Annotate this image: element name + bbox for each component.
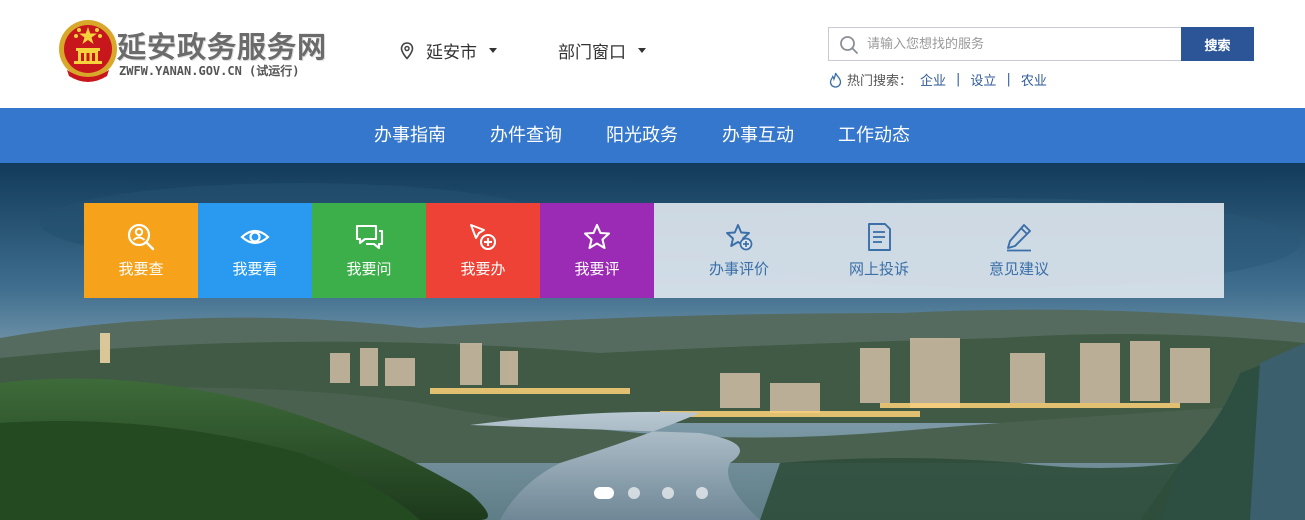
hot-search-label: 热门搜索： bbox=[847, 74, 913, 89]
nav-item-transparency[interactable]: 阳光政务 bbox=[584, 108, 700, 163]
carousel-indicators bbox=[594, 487, 730, 499]
action-label: 意见建议 bbox=[988, 260, 1049, 278]
nav-item-interaction[interactable]: 办事互动 bbox=[700, 108, 816, 163]
action-suggestion[interactable]: 意见建议 bbox=[949, 203, 1089, 298]
location-label: 延安市 bbox=[426, 43, 477, 63]
national-emblem-icon bbox=[59, 20, 117, 82]
location-selector[interactable]: 延安市 bbox=[400, 38, 497, 63]
eye-icon bbox=[240, 229, 270, 245]
chevron-down-icon bbox=[638, 48, 646, 53]
hot-search: 热门搜索： 企业 | 设立 | 农业 bbox=[829, 70, 1047, 89]
tile-label: 我要看 bbox=[232, 260, 278, 278]
search-box bbox=[828, 27, 1181, 61]
search-icon bbox=[840, 36, 858, 54]
site-domain: ZWFW.YANAN.GOV.CN (试运行) bbox=[119, 64, 300, 78]
flame-icon bbox=[829, 72, 842, 88]
site-header: 延安政务服务网 ZWFW.YANAN.GOV.CN (试运行) 延安市 部门窗口… bbox=[0, 0, 1305, 108]
chevron-down-icon bbox=[489, 48, 497, 53]
cursor-plus-icon bbox=[470, 224, 497, 251]
tile-view[interactable]: 我要看 bbox=[198, 203, 312, 298]
hero-carousel: 我要查 我要看 我要问 我要办 我要评 办事评价 网上投诉 意见建议 bbox=[0, 163, 1305, 520]
search-button[interactable]: 搜索 bbox=[1181, 27, 1254, 61]
chat-icon bbox=[355, 224, 384, 250]
tile-label: 我要评 bbox=[574, 260, 620, 278]
map-pin-icon bbox=[400, 41, 414, 60]
star-plus-icon bbox=[726, 224, 753, 251]
carousel-dot[interactable] bbox=[628, 487, 640, 499]
tile-label: 我要办 bbox=[460, 260, 506, 278]
action-online-complaint[interactable]: 网上投诉 bbox=[809, 203, 949, 298]
tile-label: 我要查 bbox=[118, 260, 164, 278]
divider: | bbox=[956, 72, 961, 87]
tile-rate[interactable]: 我要评 bbox=[540, 203, 654, 298]
department-label: 部门窗口 bbox=[558, 43, 626, 63]
carousel-dot[interactable] bbox=[662, 487, 674, 499]
nav-item-query[interactable]: 办件查询 bbox=[468, 108, 584, 163]
main-nav: 办事指南 办件查询 阳光政务 办事互动 工作动态 bbox=[0, 108, 1305, 163]
tile-ask[interactable]: 我要问 bbox=[312, 203, 426, 298]
carousel-dot[interactable] bbox=[696, 487, 708, 499]
hot-keyword-link[interactable]: 设立 bbox=[970, 70, 996, 89]
hot-keyword-link[interactable]: 农业 bbox=[1021, 70, 1047, 89]
action-label: 办事评价 bbox=[708, 260, 769, 278]
site-logo[interactable]: 延安政务服务网 ZWFW.YANAN.GOV.CN (试运行) bbox=[57, 18, 337, 88]
secondary-actions: 办事评价 网上投诉 意见建议 bbox=[654, 203, 1224, 298]
carousel-dot[interactable] bbox=[594, 487, 614, 499]
quick-service-bar: 我要查 我要看 我要问 我要办 我要评 办事评价 网上投诉 意见建议 bbox=[84, 203, 1224, 298]
document-icon bbox=[868, 223, 891, 251]
search-person-icon bbox=[127, 223, 155, 251]
pencil-icon bbox=[1007, 224, 1031, 252]
divider: | bbox=[1006, 72, 1011, 87]
tile-search[interactable]: 我要查 bbox=[84, 203, 198, 298]
tile-apply[interactable]: 我要办 bbox=[426, 203, 540, 298]
action-label: 网上投诉 bbox=[848, 260, 909, 278]
nav-item-guide[interactable]: 办事指南 bbox=[352, 108, 468, 163]
tile-label: 我要问 bbox=[346, 260, 392, 278]
department-selector[interactable]: 部门窗口 bbox=[558, 38, 646, 63]
search-input[interactable] bbox=[867, 28, 1177, 60]
hot-keyword-link[interactable]: 企业 bbox=[920, 70, 946, 89]
nav-item-news[interactable]: 工作动态 bbox=[816, 108, 932, 163]
action-service-evaluation[interactable]: 办事评价 bbox=[669, 203, 809, 298]
site-title: 延安政务服务网 bbox=[117, 30, 328, 64]
star-icon bbox=[583, 223, 611, 250]
